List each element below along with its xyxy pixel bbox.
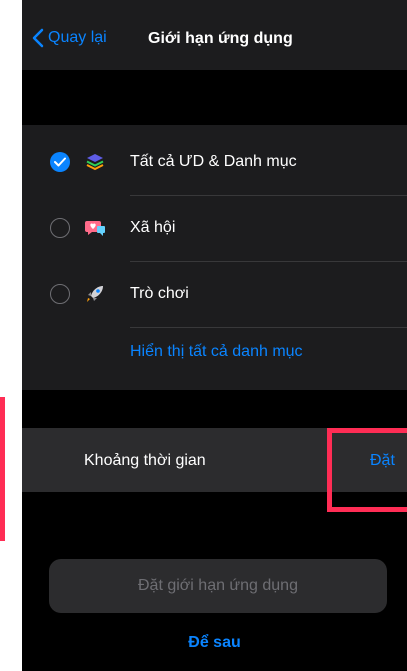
back-label: Quay lại [48,29,107,46]
highlight-box [327,428,407,512]
stack-icon [86,154,104,171]
chat-heart-icon [85,221,105,236]
category-list: Tất cả ƯD & Danh mục Xã hội Trò chơi Hiể… [22,125,407,390]
page-title: Giới hạn ứng dụng [148,30,293,47]
category-label: Xã hội [130,219,176,236]
checkmark-icon[interactable] [50,152,70,172]
later-button[interactable]: Để sau [22,634,407,652]
category-label: Trò chơi [130,285,189,302]
section-gap [22,70,407,125]
divider [130,327,407,328]
category-row-social[interactable]: Xã hội [22,195,407,261]
category-row-games[interactable]: Trò chơi [22,261,407,327]
radio-circle-icon[interactable] [50,218,70,238]
category-row-all[interactable]: Tất cả ƯD & Danh mục [22,129,407,195]
rocket-icon [87,286,103,302]
chevron-left-icon [32,28,44,48]
phone-screen: Quay lại Giới hạn ứng dụng Tất cả ƯD & D… [22,0,407,671]
navigation-bar: Quay lại Giới hạn ứng dụng [22,0,407,70]
radio-circle-icon[interactable] [50,284,70,304]
time-period-label: Khoảng thời gian [84,452,206,469]
show-all-categories-link[interactable]: Hiển thị tất cả danh mục [130,343,303,361]
highlight-marker-left [0,397,5,541]
section-gap [22,390,407,428]
category-label: Tất cả ƯD & Danh mục [130,153,297,170]
set-app-limit-button[interactable]: Đặt giới hạn ứng dụng [49,559,387,613]
back-button[interactable]: Quay lại [32,28,107,48]
